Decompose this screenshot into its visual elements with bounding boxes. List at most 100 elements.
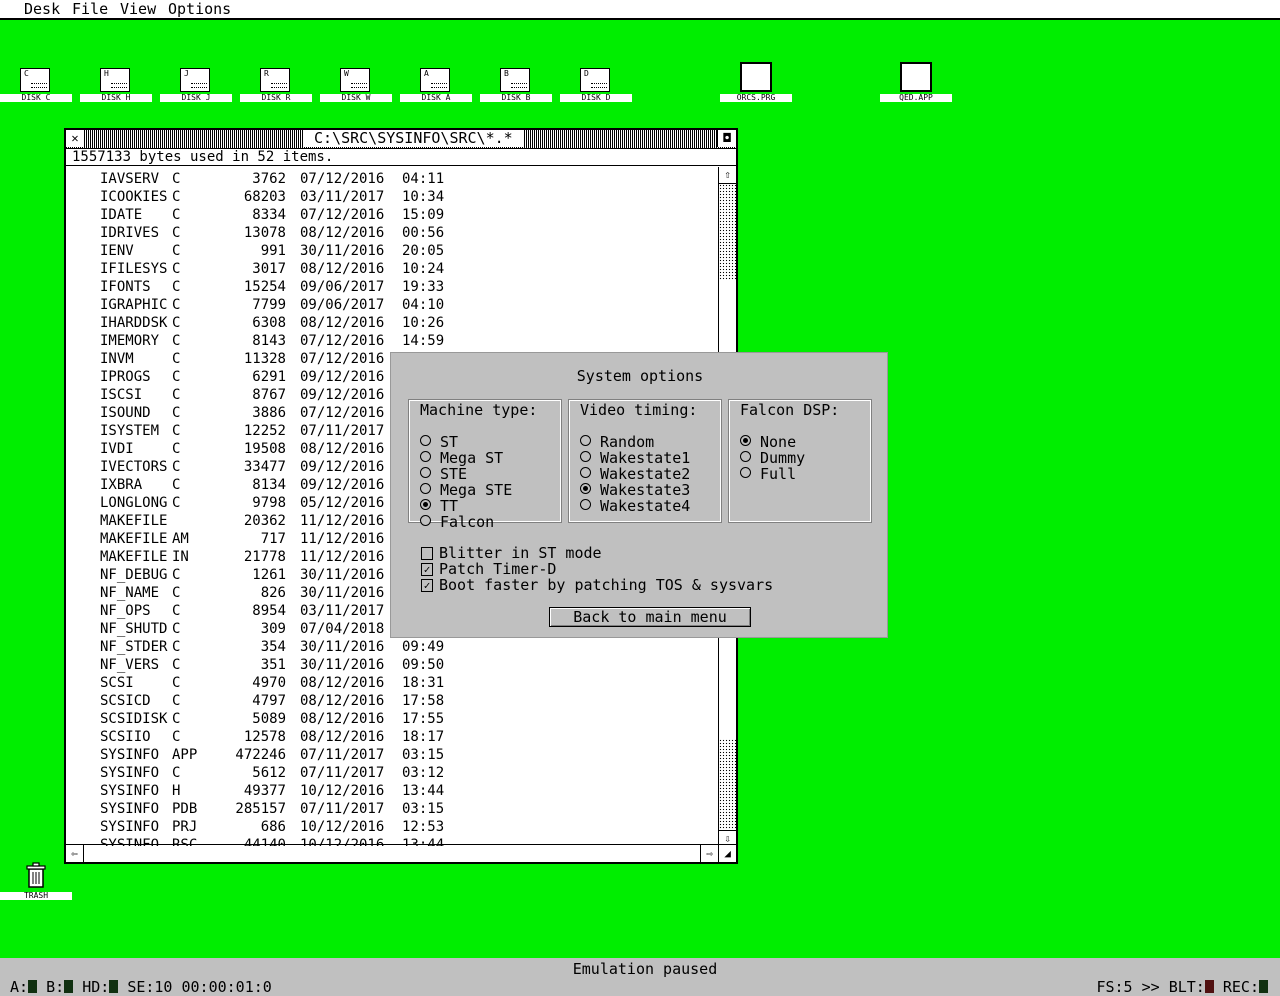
file-row[interactable]: SYSINFO C 5612 07/11/2017 03:12 bbox=[100, 764, 720, 782]
radio-machine-4[interactable]: TT bbox=[420, 498, 458, 514]
radio-machine-0[interactable]: ST bbox=[420, 434, 458, 450]
radio-button-icon[interactable] bbox=[420, 467, 431, 478]
radio-video-1[interactable]: Wakestate1 bbox=[580, 450, 690, 466]
checkbox-icon[interactable]: ✓ bbox=[421, 579, 433, 592]
radio-dsp-1[interactable]: Dummy bbox=[740, 450, 805, 466]
radio-machine-1[interactable]: Mega ST bbox=[420, 450, 503, 466]
checkbox-icon[interactable]: ✓ bbox=[421, 563, 433, 576]
radio-button-icon[interactable] bbox=[580, 467, 591, 478]
radio-video-0[interactable]: Random bbox=[580, 434, 654, 450]
file-row[interactable]: SYSINFO APP 472246 07/11/2017 03:15 bbox=[100, 746, 720, 764]
menu-file[interactable]: File bbox=[72, 0, 108, 18]
back-to-main-menu-button[interactable]: Back to main menu bbox=[549, 607, 751, 627]
checkbox-label-1[interactable]: Patch Timer-D bbox=[439, 561, 556, 577]
disk-drive-icon[interactable]: J bbox=[180, 68, 210, 92]
radio-button-icon[interactable] bbox=[740, 435, 751, 446]
disk-drive-icon[interactable]: C bbox=[20, 68, 50, 92]
drive-icon-3[interactable]: R DISK R bbox=[240, 68, 312, 108]
radio-video-4[interactable]: Wakestate4 bbox=[580, 498, 690, 514]
scroll-track-top[interactable] bbox=[719, 184, 736, 280]
disk-drive-icon[interactable]: H bbox=[100, 68, 130, 92]
file-row[interactable]: IGRAPHIC C 7799 09/06/2017 04:10 bbox=[100, 296, 720, 314]
file-row[interactable]: IHARDDSK C 6308 08/12/2016 10:26 bbox=[100, 314, 720, 332]
file-row[interactable]: NF_STDER C 354 30/11/2016 09:49 bbox=[100, 638, 720, 656]
radio-machine-3[interactable]: Mega STE bbox=[420, 482, 512, 498]
file-row[interactable]: ICOOKIES C 68203 03/11/2017 10:34 bbox=[100, 188, 720, 206]
disk-drive-icon[interactable]: W bbox=[340, 68, 370, 92]
trash-icon-container[interactable]: TRASH bbox=[0, 858, 72, 900]
disk-drive-icon[interactable]: D bbox=[580, 68, 610, 92]
file-size: 686 bbox=[260, 819, 286, 835]
disk-drive-icon[interactable]: R bbox=[260, 68, 290, 92]
file-row[interactable]: IDATE C 8334 07/12/2016 15:09 bbox=[100, 206, 720, 224]
drive-slot bbox=[31, 83, 47, 88]
radio-button-icon[interactable] bbox=[580, 483, 591, 494]
menu-view[interactable]: View bbox=[120, 0, 156, 18]
radio-machine-5[interactable]: Falcon bbox=[420, 514, 494, 530]
checkbox-label-0[interactable]: Blitter in ST mode bbox=[439, 545, 602, 561]
scroll-track-bottom[interactable] bbox=[719, 739, 736, 829]
program-icon-1[interactable]: QED.APP bbox=[880, 62, 952, 108]
file-size: 49377 bbox=[243, 783, 286, 799]
radio-button-icon[interactable] bbox=[580, 435, 591, 446]
file-name: SYSINFO bbox=[100, 819, 160, 835]
file-time: 14:59 bbox=[402, 333, 445, 349]
drive-icon-6[interactable]: B DISK B bbox=[480, 68, 552, 108]
program-icon-0[interactable]: ORCS.PRG bbox=[720, 62, 792, 108]
drive-icon-7[interactable]: D DISK D bbox=[560, 68, 632, 108]
file-row[interactable]: SCSIDISK C 5089 08/12/2016 17:55 bbox=[100, 710, 720, 728]
scroll-up-icon[interactable]: ⇧ bbox=[719, 167, 736, 184]
file-time: 19:33 bbox=[402, 279, 445, 295]
file-row[interactable]: IAVSERV C 3762 07/12/2016 04:11 bbox=[100, 170, 720, 188]
file-row[interactable]: IMEMORY C 8143 07/12/2016 14:59 bbox=[100, 332, 720, 350]
radio-machine-2[interactable]: STE bbox=[420, 466, 467, 482]
drive-icon-5[interactable]: A DISK A bbox=[400, 68, 472, 108]
drive-icon-4[interactable]: W DISK W bbox=[320, 68, 392, 108]
horizontal-scrollbar[interactable]: ⇦ ⇨ ◢ bbox=[66, 844, 736, 862]
file-row[interactable]: NF_VERS C 351 30/11/2016 09:50 bbox=[100, 656, 720, 674]
radio-button-icon[interactable] bbox=[420, 499, 431, 510]
file-size: 1261 bbox=[252, 567, 286, 583]
disk-drive-icon[interactable]: A bbox=[420, 68, 450, 92]
trash-label: TRASH bbox=[0, 892, 72, 900]
file-row[interactable]: SYSINFO PDB 285157 07/11/2017 03:15 bbox=[100, 800, 720, 818]
file-row[interactable]: SCSICD C 4797 08/12/2016 17:58 bbox=[100, 692, 720, 710]
file-row[interactable]: SYSINFO H 49377 10/12/2016 13:44 bbox=[100, 782, 720, 800]
close-icon[interactable]: ✕ bbox=[66, 130, 85, 147]
menu-desk[interactable]: Desk bbox=[24, 0, 60, 18]
fuller-icon[interactable]: ◘ bbox=[717, 130, 736, 147]
radio-button-icon[interactable] bbox=[580, 451, 591, 462]
file-row[interactable]: SCSI C 4970 08/12/2016 18:31 bbox=[100, 674, 720, 692]
checkbox-icon[interactable] bbox=[421, 547, 433, 560]
trash-icon[interactable] bbox=[26, 862, 46, 888]
radio-dsp-2[interactable]: Full bbox=[740, 466, 796, 482]
radio-video-3[interactable]: Wakestate3 bbox=[580, 482, 690, 498]
file-row[interactable]: SYSINFO PRJ 686 10/12/2016 12:53 bbox=[100, 818, 720, 836]
file-row[interactable]: IFONTS C 15254 09/06/2017 19:33 bbox=[100, 278, 720, 296]
drive-icon-2[interactable]: J DISK J bbox=[160, 68, 232, 108]
radio-button-icon[interactable] bbox=[420, 515, 431, 526]
file-row[interactable]: IDRIVES C 13078 08/12/2016 00:56 bbox=[100, 224, 720, 242]
radio-video-2[interactable]: Wakestate2 bbox=[580, 466, 690, 482]
file-ext: H bbox=[172, 783, 181, 799]
radio-dsp-0[interactable]: None bbox=[740, 434, 796, 450]
checkbox-label-2[interactable]: Boot faster by patching TOS & sysvars bbox=[439, 577, 773, 593]
radio-button-icon[interactable] bbox=[420, 451, 431, 462]
scroll-right-icon[interactable]: ⇨ bbox=[700, 845, 718, 862]
window-titlebar[interactable]: ✕ C:\SRC\SYSINFO\SRC\*.* ◘ bbox=[66, 130, 736, 149]
file-row[interactable]: IENV C 991 30/11/2016 20:05 bbox=[100, 242, 720, 260]
file-row[interactable]: SCSIIO C 12578 08/12/2016 18:17 bbox=[100, 728, 720, 746]
radio-button-icon[interactable] bbox=[420, 483, 431, 494]
disk-drive-icon[interactable]: B bbox=[500, 68, 530, 92]
drive-icon-1[interactable]: H DISK H bbox=[80, 68, 152, 108]
menu-options[interactable]: Options bbox=[168, 0, 231, 18]
radio-button-icon[interactable] bbox=[740, 451, 751, 462]
radio-button-icon[interactable] bbox=[740, 467, 751, 478]
application-icon[interactable] bbox=[900, 62, 932, 92]
radio-button-icon[interactable] bbox=[420, 435, 431, 446]
resize-handle-icon[interactable]: ◢ bbox=[718, 845, 736, 862]
file-row[interactable]: IFILESYS C 3017 08/12/2016 10:24 bbox=[100, 260, 720, 278]
application-icon[interactable] bbox=[740, 62, 772, 92]
radio-button-icon[interactable] bbox=[580, 499, 591, 510]
drive-icon-0[interactable]: C DISK C bbox=[0, 68, 72, 108]
